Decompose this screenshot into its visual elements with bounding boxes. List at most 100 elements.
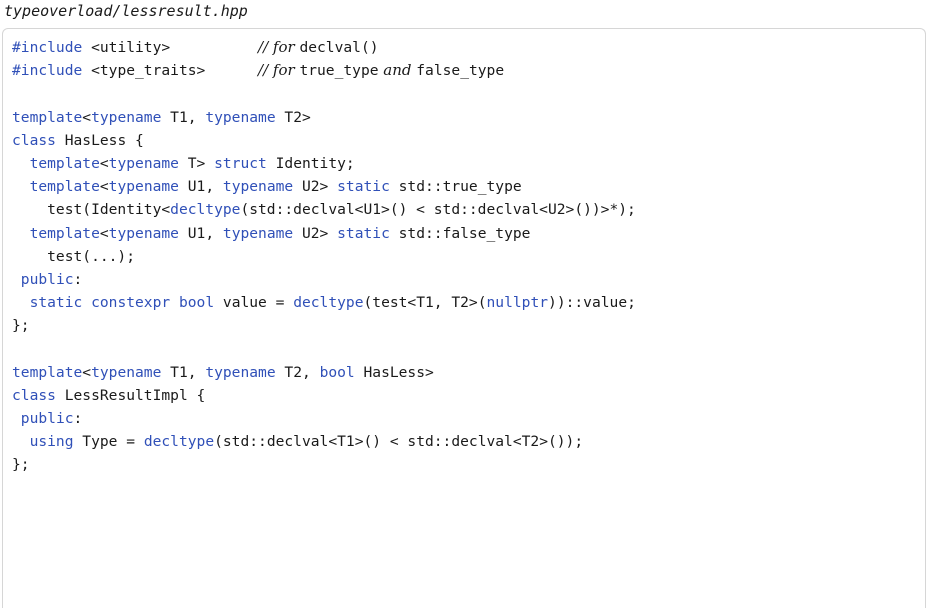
code-line: using Type = decltype(std::declval<T1>()… (12, 430, 636, 453)
code-token: <utility> (82, 39, 259, 56)
keyword-token: class (12, 131, 56, 149)
code-line: template<typename U1, typename U2> stati… (12, 175, 636, 198)
comment-code-token: declval() (299, 39, 379, 56)
keyword-token: typename (222, 178, 294, 196)
code-listing-box: #include <utility> // for declval() #incl… (2, 28, 926, 608)
code-token: <type_traits> (82, 62, 259, 80)
keyword-token: template (12, 363, 83, 381)
code-token: T> (178, 154, 215, 172)
code-token: T1, (161, 108, 206, 126)
code-token: (std::declval<U1>() < std::declval<U2>()… (240, 201, 636, 219)
keyword-token: bool (178, 294, 215, 312)
code-token: std::true_type (389, 178, 522, 196)
code-token: : (73, 410, 83, 427)
code-token: T2, (275, 363, 320, 381)
code-line: template<typename T> struct Identity; (12, 152, 636, 175)
keyword-token: nullptr (486, 294, 549, 312)
keyword-token: static (337, 224, 390, 242)
keyword-token: struct (214, 154, 267, 172)
code-line: class LessResultImpl { (12, 384, 636, 407)
keyword-token: static (337, 178, 390, 196)
keyword-token: template (29, 178, 100, 196)
keyword-token: typename (108, 224, 179, 242)
keyword-token: public (20, 270, 74, 288)
code-line: static constexpr bool value = decltype(t… (12, 291, 636, 314)
code-token: T2> (275, 108, 311, 126)
comment-token: and (378, 61, 417, 80)
code-line: test(...); (12, 245, 636, 268)
comment-token: // for (258, 61, 300, 80)
code-token: < (99, 224, 109, 242)
keyword-token: template (12, 108, 83, 126)
keyword-token: typename (108, 154, 179, 172)
comment-token: // for (258, 38, 300, 56)
code-line: #include <type_traits> // for true_type … (12, 59, 636, 82)
keyword-token: typename (91, 108, 162, 126)
code-line: public: (12, 407, 636, 430)
code-token: < (82, 363, 92, 381)
keyword-token: decltype (170, 201, 241, 219)
keyword-token: static (29, 294, 83, 312)
code-token: }; (12, 317, 30, 335)
code-token: (std::declval<T1>() < std::declval<T2>()… (214, 433, 584, 451)
keyword-token: typename (91, 363, 162, 381)
comment-code-token: true_type (299, 62, 379, 80)
code-token: std::false_type (389, 224, 531, 242)
code-token: }; (12, 456, 30, 474)
file-title: typeoverload/lessresult.hpp (4, 2, 248, 20)
code-token: HasLess { (55, 131, 144, 149)
keyword-token: typename (205, 108, 276, 126)
keyword-token: template (29, 224, 100, 242)
keyword-token: typename (108, 178, 179, 196)
keyword-token: constexpr (91, 294, 171, 312)
code-listing: #include <utility> // for declval() #incl… (12, 36, 636, 477)
keyword-token: bool (319, 363, 355, 381)
keyword-token: public (20, 410, 74, 427)
keyword-token: template (29, 154, 100, 172)
code-token: < (82, 108, 92, 126)
code-line: test(Identity<decltype(std::declval<U1>(… (12, 198, 636, 221)
code-token: Identity; (266, 154, 355, 172)
code-line: template<typename T1, typename T2, bool … (12, 361, 636, 384)
code-token: test(Identity< (12, 201, 171, 219)
code-token: value = (214, 294, 294, 312)
keyword-token: typename (222, 224, 294, 242)
code-token: U2> (293, 178, 338, 196)
code-token: T1, (161, 363, 206, 381)
code-line: template<typename U1, typename U2> stati… (12, 222, 636, 245)
keyword-token: using (29, 433, 74, 451)
keyword-token: decltype (143, 433, 215, 451)
code-token: U1, (178, 224, 223, 242)
preprocessor-token: #include (12, 39, 83, 56)
code-token: Type = (73, 433, 144, 451)
code-token: U1, (178, 178, 223, 196)
code-token: (test<T1, T2>( (363, 294, 487, 312)
code-line: #include <utility> // for declval() (12, 36, 636, 59)
comment-code-token: false_type (416, 62, 505, 80)
code-token: HasLess> (354, 363, 434, 381)
code-token: LessResultImpl { (55, 386, 206, 404)
code-token: < (99, 154, 109, 172)
code-token: test(...); (12, 247, 136, 265)
keyword-token: class (12, 386, 56, 404)
code-line: template<typename T1, typename T2> (12, 106, 636, 129)
code-token: < (99, 178, 109, 196)
code-line: }; (12, 314, 636, 337)
code-line: public: (12, 268, 636, 291)
code-line: }; (12, 453, 636, 476)
keyword-token: typename (205, 363, 276, 381)
code-token: : (73, 270, 83, 288)
code-line: class HasLess { (12, 129, 636, 152)
keyword-token: decltype (293, 294, 364, 312)
